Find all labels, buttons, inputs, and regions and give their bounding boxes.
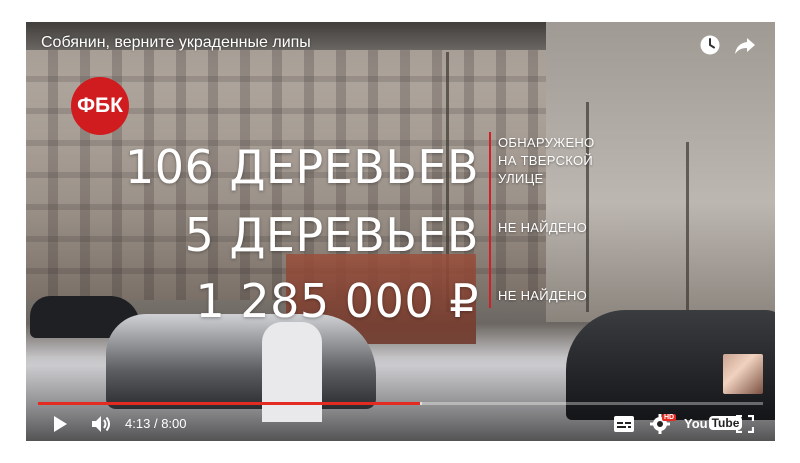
stat-value-trees-found: 106 ДЕРЕВЬЕВ [125,140,479,194]
stat-value-trees-missing: 5 ДЕРЕВЬЕВ [184,208,479,262]
subtitles-icon[interactable] [614,414,634,434]
video-player[interactable]: Собянин, верните украденные липы ФБК 106… [26,22,775,441]
play-icon[interactable] [52,414,68,434]
stat-note-money: НЕ НАЙДЕНО [498,287,587,305]
stat-note-trees-missing: НЕ НАЙДЕНО [498,219,587,237]
duration: 8:00 [161,416,187,431]
time-separator: / [153,416,158,431]
logo-text: ФБК [77,94,123,117]
clock-icon[interactable] [699,34,721,56]
tree [686,142,689,312]
note-line: УЛИЦЕ [498,171,544,186]
divider-line [489,132,491,308]
hd-badge: HD [662,414,677,421]
progress-bar[interactable] [38,402,763,405]
channel-logo: ФБК [71,77,129,135]
share-icon[interactable] [734,34,756,56]
note-line: НЕ НАЙДЕНО [498,288,588,303]
note-line: НЕ НАЙДЕНО [498,220,588,235]
time-display: 4:13 / 8:00 [125,416,187,431]
progress-fill [38,402,421,405]
youtube-logo[interactable]: You Tube [684,414,743,432]
stat-value-money: 1 285 000 ₽ [195,274,479,328]
volume-icon[interactable] [90,414,112,434]
stat-note-trees-found: ОБНАРУЖЕНО НА ТВЕРСКОЙ УЛИЦЕ [498,134,595,188]
note-line: ОБНАРУЖЕНО [498,135,595,150]
note-line: НА ТВЕРСКОЙ [498,153,594,168]
car [106,314,376,409]
person [262,322,322,422]
channel-watermark[interactable] [723,354,763,394]
logo-you: You [684,415,708,431]
fullscreen-icon[interactable] [736,414,754,434]
video-title[interactable]: Собянин, верните украденные липы [41,34,311,52]
current-time: 4:13 [125,416,151,431]
